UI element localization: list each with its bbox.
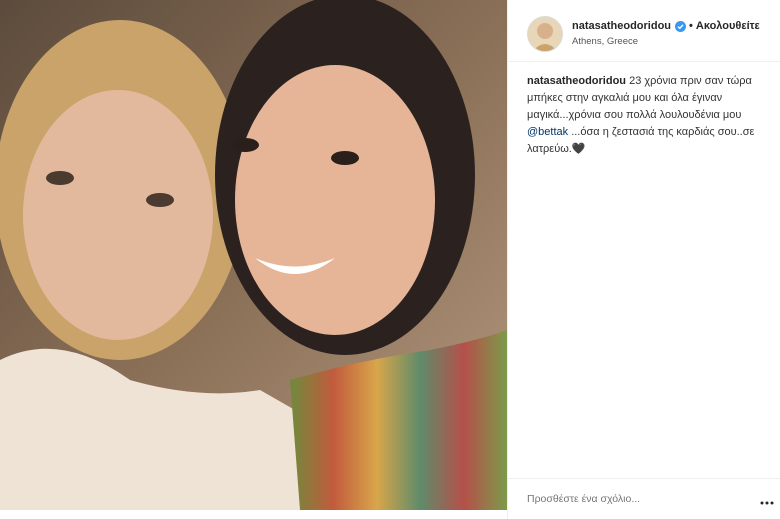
post-side-panel: natasatheodoridou • Ακολουθείτε Athens, …: [507, 0, 780, 519]
post-caption: natasatheodoridou 23 χρόνια πριν σαν τώρ…: [527, 73, 773, 158]
avatar-image: [528, 17, 562, 51]
avatar[interactable]: [527, 16, 563, 52]
post-photo[interactable]: [0, 0, 507, 510]
following-button[interactable]: Ακολουθείτε: [696, 19, 760, 33]
username-link[interactable]: natasatheodoridou: [572, 19, 671, 33]
comment-area: [508, 478, 780, 519]
header-line: natasatheodoridou • Ακολουθείτε: [572, 19, 760, 33]
comment-input[interactable]: [527, 491, 727, 507]
photo-illustration: [0, 0, 507, 510]
location-link[interactable]: Athens, Greece: [572, 36, 638, 47]
black-heart-emoji: 🖤: [571, 143, 586, 155]
separator-dot: •: [689, 20, 693, 32]
post-header: natasatheodoridou • Ακολουθείτε Athens, …: [508, 0, 780, 62]
mention-link[interactable]: @bettak: [527, 126, 568, 138]
caption-username-link[interactable]: natasatheodoridou: [527, 75, 626, 87]
verified-badge-icon: [675, 20, 687, 32]
more-options-icon[interactable]: [760, 493, 774, 505]
